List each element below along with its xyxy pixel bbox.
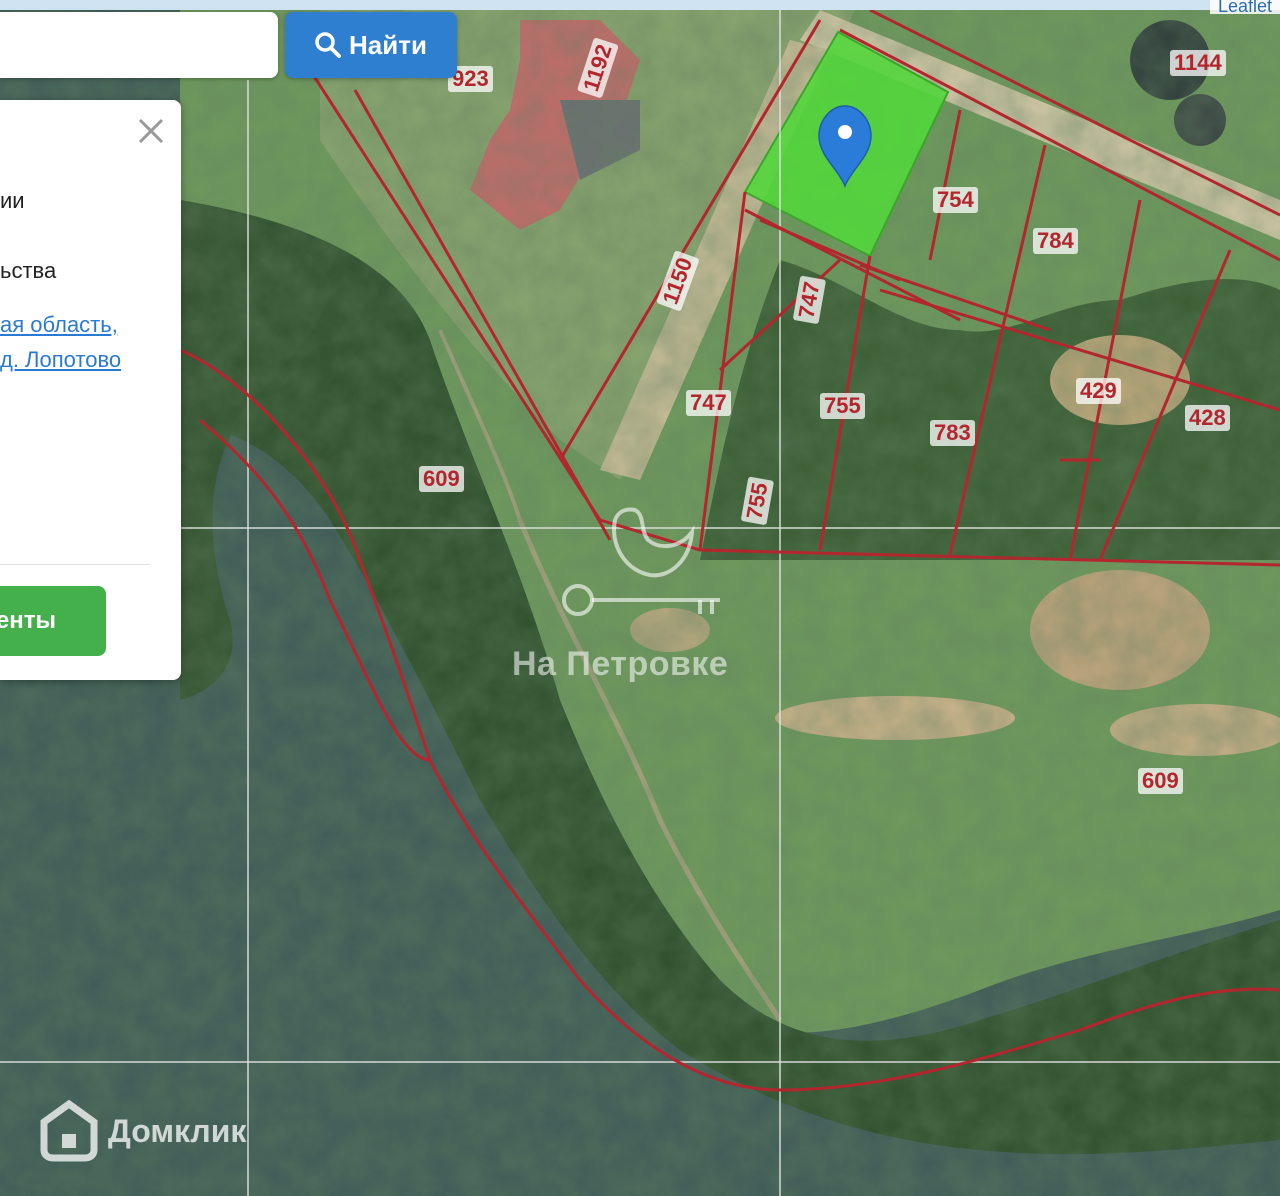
search-icon [315, 32, 342, 58]
documents-button-label: енты [0, 607, 56, 634]
map-top-edge [0, 0, 1280, 10]
address-link-region[interactable]: ая область, [0, 312, 118, 338]
address-link-village-text[interactable]: д. Лопотово [0, 347, 121, 372]
search-button-label: Найти [349, 29, 427, 60]
parcel-label: 429 [1076, 378, 1121, 404]
parcel-label: 428 [1185, 405, 1230, 431]
parcel-label: 609 [419, 466, 464, 492]
parcel-label: 754 [933, 187, 978, 213]
petrovka-watermark: На Петровке [512, 645, 729, 683]
parcel-label: 747 [686, 390, 731, 416]
parcel-label: 755 [820, 393, 865, 419]
domclick-logo-icon [40, 1100, 98, 1162]
panel-text-line-1: ии [0, 188, 25, 213]
parcel-info-panel: ии ьства ая область, д. Лопотово енты [0, 100, 181, 680]
map-view[interactable] [0, 0, 1280, 1196]
panel-text-line-2: ьства [0, 258, 57, 283]
parcel-label: 784 [1033, 228, 1078, 254]
parcel-label: 783 [930, 420, 975, 446]
address-link-village[interactable]: д. Лопотово [0, 347, 121, 373]
search-button[interactable]: Найти [285, 12, 457, 78]
parcel-label: 609 [1138, 768, 1183, 794]
leaflet-attribution[interactable]: Leaflet [1209, 0, 1280, 14]
parcel-label: 1144 [1170, 50, 1226, 76]
documents-button[interactable]: енты [0, 586, 106, 656]
domclick-watermark-text: Домклик [108, 1112, 247, 1149]
panel-divider [0, 564, 150, 565]
domclick-watermark: Домклик [40, 1100, 246, 1162]
close-icon[interactable] [136, 116, 166, 146]
search-input[interactable] [0, 12, 278, 78]
